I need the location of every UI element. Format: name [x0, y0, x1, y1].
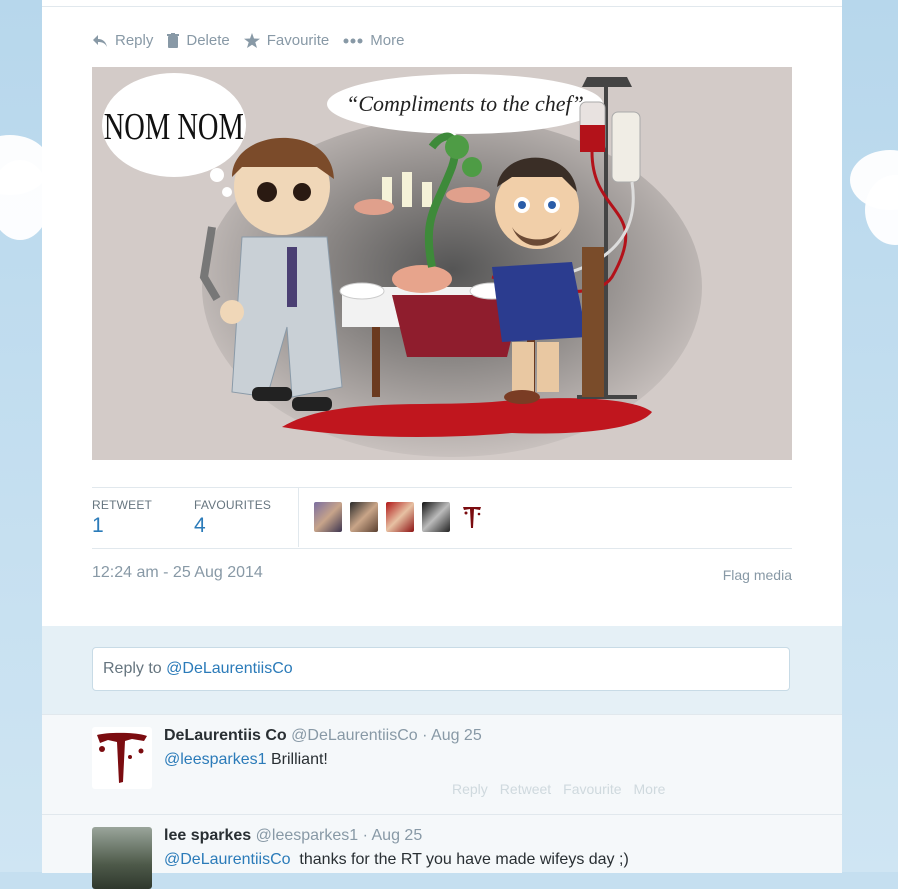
tweet-header: DeLaurentiis Co @DeLaurentiisCo · Aug 25 [164, 727, 482, 745]
mention-link[interactable]: @DeLaurentiisCo [164, 851, 291, 868]
mention-link[interactable]: @leesparkes1 [164, 751, 267, 768]
more-button[interactable]: More [343, 32, 404, 49]
bubble-right-text: “Compliments to the chef” [346, 91, 584, 116]
favouriter-avatar[interactable] [458, 502, 486, 532]
reply-label: Reply [115, 32, 154, 49]
reply-icon [93, 34, 107, 47]
favourite-button[interactable]: Favourite [243, 32, 330, 49]
avatar[interactable] [92, 827, 152, 889]
favouriter-avatars [314, 502, 486, 532]
avatar[interactable] [92, 727, 152, 789]
favouriter-avatar[interactable] [422, 502, 450, 532]
favouriter-avatar[interactable] [350, 502, 378, 532]
favourite-action[interactable]: Favourite [563, 781, 621, 797]
reply-area: Reply to @DeLaurentiisCo [42, 626, 842, 714]
author-handle[interactable]: @DeLaurentiisCo [291, 727, 418, 744]
reply-button[interactable]: Reply [92, 32, 153, 49]
chair [582, 247, 604, 397]
cartoon-illustration: NOM NOM “Compliments to the chef” [92, 67, 792, 460]
blood-logo-icon [463, 507, 481, 528]
reply-input[interactable]: Reply to @DeLaurentiisCo [92, 647, 790, 691]
trash-icon [167, 33, 180, 48]
tweet-hover-actions: Reply Retweet Favourite More [452, 781, 677, 797]
author-name[interactable]: lee sparkes [164, 827, 251, 844]
favourites-count: 4 [194, 514, 206, 537]
tweet-time[interactable]: · Aug 25 [363, 827, 423, 844]
retweet-action[interactable]: Retweet [500, 781, 551, 797]
author-name[interactable]: DeLaurentiis Co [164, 727, 287, 744]
tweet-header: lee sparkes @leesparkes1 · Aug 25 [164, 827, 422, 845]
more-action[interactable]: More [634, 781, 666, 797]
reply-mention: @DeLaurentiisCo [166, 660, 293, 677]
tweet-media-image[interactable]: NOM NOM “Compliments to the chef” [92, 67, 792, 460]
tweet-detail-card: Reply Delete Favourite More NOM NOM “Com… [42, 0, 842, 889]
favourites-stat[interactable]: FAVOURITES 4 [194, 498, 271, 538]
more-label: More [370, 32, 405, 49]
tweet-text: @DeLaurentiisCo thanks for the RT you ha… [164, 851, 629, 869]
reply-tweet[interactable]: lee sparkes @leesparkes1 · Aug 25 @DeLau… [42, 814, 842, 889]
star-icon [243, 33, 260, 48]
tweet-text: @leesparkes1 Brilliant! [164, 751, 328, 769]
favouriter-avatar[interactable] [386, 502, 414, 532]
favouriter-avatar[interactable] [314, 502, 342, 532]
retweet-label: RETWEET [92, 498, 153, 512]
delete-label: Delete [186, 32, 230, 49]
favourite-label: Favourite [266, 32, 330, 49]
stats-divider [298, 488, 299, 547]
tweet-actions: Reply Delete Favourite More [92, 32, 418, 49]
reply-action[interactable]: Reply [452, 781, 488, 797]
tweet-stats: RETWEET 1 FAVOURITES 4 [92, 487, 792, 549]
blood-logo-icon [97, 732, 147, 783]
reply-tweet[interactable]: DeLaurentiis Co @DeLaurentiisCo · Aug 25… [42, 714, 842, 815]
tweet-body: Brilliant! [266, 751, 328, 768]
tweet-time[interactable]: · Aug 25 [422, 727, 482, 744]
bubble-left-text: NOM NOM [104, 106, 244, 148]
flag-media-link[interactable]: Flag media [723, 567, 792, 583]
delete-button[interactable]: Delete [167, 32, 230, 49]
tweet-timestamp[interactable]: 12:24 am - 25 Aug 2014 [92, 564, 263, 582]
author-handle[interactable]: @leesparkes1 [256, 827, 359, 844]
tweet-body: thanks for the RT you have made wifeys d… [290, 851, 629, 868]
retweet-stat[interactable]: RETWEET 1 [92, 498, 152, 538]
favourites-label: FAVOURITES [194, 498, 272, 512]
retweet-count: 1 [92, 514, 104, 537]
more-dots-icon [343, 38, 363, 43]
reply-prefix: Reply to [103, 660, 162, 677]
top-divider [42, 6, 842, 7]
